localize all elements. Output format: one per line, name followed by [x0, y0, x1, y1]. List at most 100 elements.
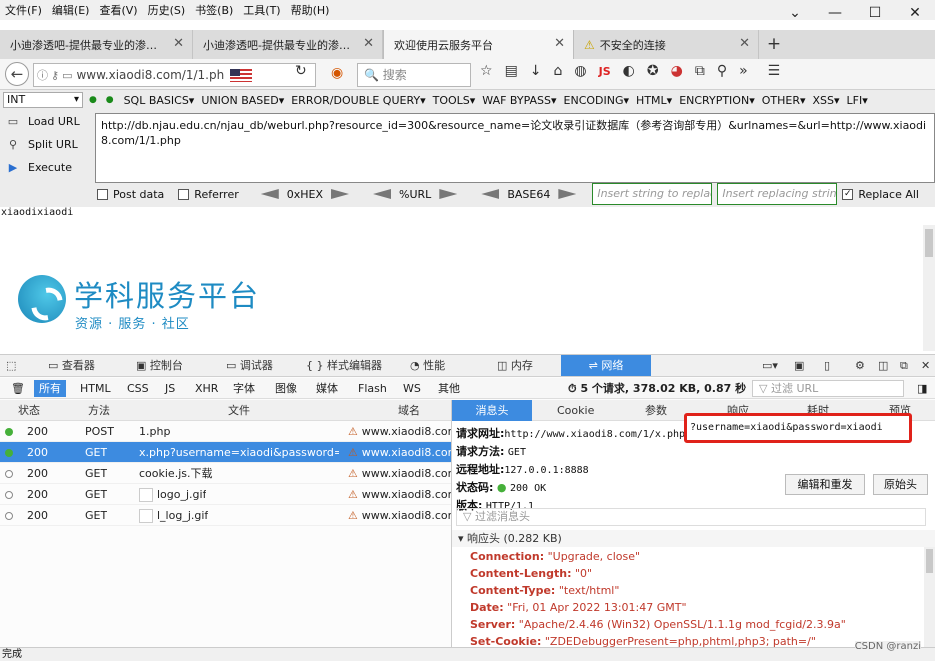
reader-icon[interactable]: ▤: [505, 63, 518, 79]
filter-css[interactable]: CSS: [122, 380, 154, 397]
trash-icon[interactable]: 🗑: [6, 380, 30, 397]
filter-other[interactable]: 其他: [433, 380, 465, 397]
toggle-icons[interactable]: ● ●: [89, 95, 117, 105]
close-devtools-icon[interactable]: ✕: [921, 355, 930, 376]
menu-view[interactable]: 查看(V): [94, 2, 142, 18]
tab-performance[interactable]: ◔ 性能: [410, 355, 445, 376]
menu-bookmarks[interactable]: 书签(B): [190, 2, 238, 18]
close-icon[interactable]: ✕: [554, 36, 565, 51]
table-row[interactable]: 200 POST 1.php ⚠ www.xiaodi8.com: [0, 421, 451, 442]
menu-encryption[interactable]: ENCRYPTION▾: [679, 94, 755, 107]
raw-headers-button[interactable]: 原始头: [873, 474, 928, 495]
menu-tools[interactable]: 工具(T): [238, 2, 285, 18]
close-icon[interactable]: ✕: [173, 36, 184, 51]
download-icon[interactable]: ↓: [530, 63, 542, 79]
type-select[interactable]: INT: [3, 92, 83, 108]
scrollbar-thumb[interactable]: [926, 549, 933, 573]
overflow-icon[interactable]: »: [739, 63, 748, 79]
tab-network[interactable]: ⇌ 网络: [561, 355, 651, 376]
undock-icon[interactable]: ⧉: [900, 355, 908, 376]
replacing-string-input[interactable]: Insert replacing string: [717, 183, 838, 205]
tab-params[interactable]: 参数: [645, 400, 667, 421]
close-window-button[interactable]: ✕: [895, 0, 935, 26]
column-file[interactable]: 文件: [228, 400, 250, 421]
filter-media[interactable]: 媒体: [311, 380, 343, 397]
search-input[interactable]: 🔍 搜索: [357, 63, 471, 87]
menu-help[interactable]: 帮助(H): [286, 2, 335, 18]
tab-inspector[interactable]: ▭ 查看器: [48, 355, 95, 376]
tab-cookies[interactable]: Cookie: [557, 400, 594, 421]
replace-all-checkbox[interactable]: ✓ Replace All: [842, 188, 919, 201]
table-row-selected[interactable]: 200 GET x.php?username=xiaodi&password=.…: [0, 442, 451, 463]
menu-union-based[interactable]: UNION BASED▾: [201, 94, 284, 107]
filter-html[interactable]: HTML: [75, 380, 116, 397]
hackbar-url-textarea[interactable]: http://db.njau.edu.cn/njau_db/weburl.php…: [95, 113, 935, 183]
hex-encoder[interactable]: 0xHEX: [253, 188, 357, 201]
arrow-right-icon[interactable]: [558, 189, 577, 199]
menu-html[interactable]: HTML▾: [636, 94, 672, 107]
arrow-left-icon[interactable]: [481, 189, 500, 199]
popout-icon[interactable]: ◫: [878, 355, 888, 376]
info-icon[interactable]: ⓘ: [37, 67, 48, 83]
reload-icon[interactable]: ↻: [295, 63, 307, 79]
menu-history[interactable]: 历史(S): [143, 2, 191, 18]
maximize-button[interactable]: ☐: [855, 0, 895, 26]
load-url-button[interactable]: ▭ Load URL: [6, 115, 80, 128]
filter-js[interactable]: JS: [160, 380, 180, 397]
filter-ws[interactable]: WS: [398, 380, 426, 397]
tab-console[interactable]: ▣ 控制台: [136, 355, 183, 376]
details-scrollbar[interactable]: [924, 547, 935, 655]
filter-xhr[interactable]: XHR: [190, 380, 223, 397]
url-text[interactable]: www.xiaodi8.com/1/1.ph: [76, 68, 224, 82]
dock-icon[interactable]: ▭▾: [762, 355, 778, 376]
hackbar-icon[interactable]: ◕: [671, 63, 683, 79]
scrollbar-thumb[interactable]: [925, 229, 933, 257]
execute-button[interactable]: ▶ Execute: [6, 161, 72, 174]
tab-style-editor[interactable]: { } 样式编辑器: [306, 355, 382, 376]
gear-icon[interactable]: ⚙: [855, 355, 865, 376]
post-data-checkbox[interactable]: Post data: [97, 188, 164, 201]
responsive-icon[interactable]: ▯: [824, 355, 830, 376]
addon-icon[interactable]: ◉: [331, 65, 343, 81]
home-icon[interactable]: ⌂: [554, 63, 563, 79]
js-icon[interactable]: JS: [599, 65, 611, 78]
minimize-button[interactable]: —: [815, 0, 855, 26]
menu-lfi[interactable]: LFI▾: [847, 94, 868, 107]
arrow-left-icon[interactable]: [260, 189, 279, 199]
filter-flash[interactable]: Flash: [353, 380, 392, 397]
referrer-checkbox[interactable]: Referrer: [178, 188, 239, 201]
arrow-left-icon[interactable]: [373, 189, 392, 199]
hamburger-menu-icon[interactable]: ☰: [768, 63, 781, 79]
page-scrollbar[interactable]: [923, 225, 935, 351]
split-console-icon[interactable]: ▣: [794, 355, 804, 376]
extension-icon[interactable]: ◐: [623, 63, 635, 79]
zoom-icon[interactable]: ⚲: [717, 63, 727, 79]
menu-other[interactable]: OTHER▾: [762, 94, 806, 107]
menu-tools-hackbar[interactable]: TOOLS▾: [433, 94, 476, 107]
menu-file[interactable]: 文件(F): [0, 2, 47, 18]
filter-headers-input[interactable]: ▽ 过滤消息头: [456, 508, 926, 526]
table-row[interactable]: 200 GET cookie.js.下载 ⚠ www.xiaodi8.com: [0, 463, 451, 484]
url-encoder[interactable]: %URL: [365, 188, 465, 201]
sidebar-toggle-icon[interactable]: ◨: [912, 380, 932, 397]
browser-tab-4[interactable]: ⚠ 不安全的连接 ✕: [574, 30, 759, 59]
filter-fonts[interactable]: 字体: [228, 380, 260, 397]
back-button[interactable]: ←: [5, 62, 29, 86]
response-headers-toggle[interactable]: ▾ 响应头 (0.282 KB): [452, 530, 935, 547]
filter-url-input[interactable]: ▽ 过滤 URL: [752, 380, 904, 397]
globe-icon[interactable]: ◍: [574, 63, 586, 79]
screenshot-icon[interactable]: ⧉: [695, 63, 705, 79]
browser-tab-3-active[interactable]: 欢迎使用云服务平台 ✕: [383, 30, 574, 59]
menu-encoding[interactable]: ENCODING▾: [564, 94, 630, 107]
menu-sql-basics[interactable]: SQL BASICS▾: [124, 94, 195, 107]
menu-xss[interactable]: XSS▾: [812, 94, 839, 107]
filter-images[interactable]: 图像: [270, 380, 302, 397]
column-domain[interactable]: 域名: [398, 400, 420, 421]
column-status[interactable]: 状态: [18, 400, 40, 421]
split-url-button[interactable]: ⚲ Split URL: [6, 138, 78, 151]
edit-and-resend-button[interactable]: 编辑和重发: [785, 474, 865, 495]
menu-error-double-query[interactable]: ERROR/DOUBLE QUERY▾: [291, 94, 425, 107]
table-row[interactable]: 200 GET logo_j.gif ⚠ www.xiaodi8.com: [0, 484, 451, 505]
filter-all[interactable]: 所有: [34, 380, 66, 397]
arrow-right-icon[interactable]: [439, 189, 458, 199]
